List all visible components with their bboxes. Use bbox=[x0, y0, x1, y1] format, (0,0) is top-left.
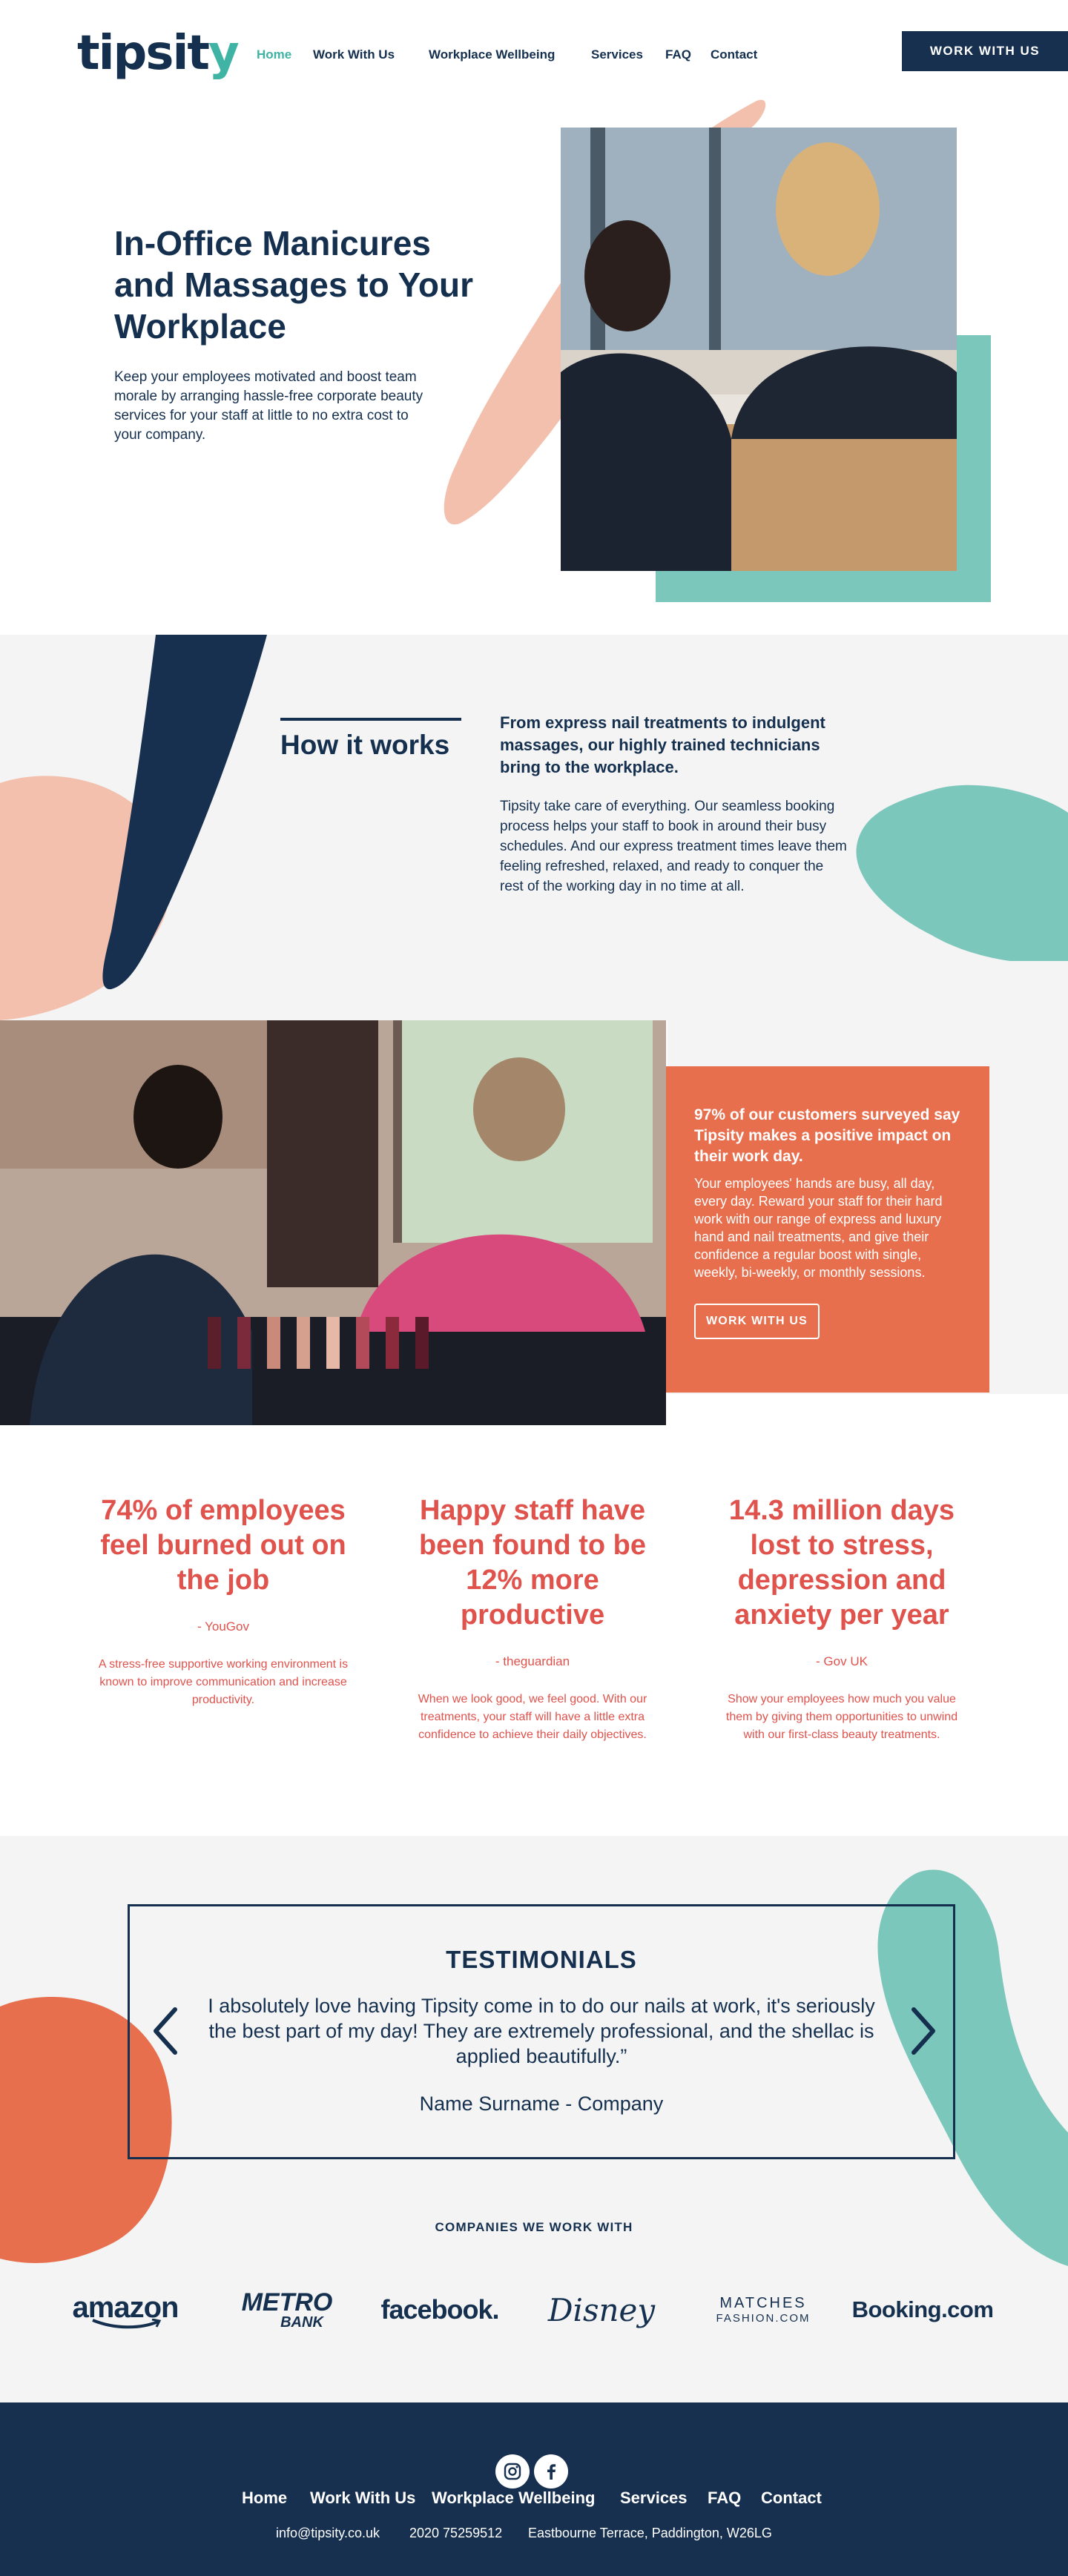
footer-nav-home[interactable]: Home bbox=[242, 2489, 287, 2508]
stat-card-burnout: 74% of employees feel burned out on the … bbox=[97, 1493, 349, 1709]
how-it-works-lead: From express nail treatments to indulgen… bbox=[500, 713, 825, 776]
work-with-us-button[interactable]: WORK WITH US bbox=[902, 31, 1068, 71]
how-it-works-title: How it works bbox=[280, 730, 450, 760]
footer-phone[interactable]: 2020 75259512 bbox=[409, 2526, 502, 2541]
survey-section: 97% of our customers surveyed say Tipsit… bbox=[0, 1020, 1068, 1425]
nav-faq[interactable]: FAQ bbox=[665, 47, 691, 62]
testimonial-author: Name Surname - Company bbox=[419, 2093, 664, 2115]
chevron-left-icon[interactable] bbox=[150, 2005, 179, 2057]
hero-description: Keep your employees motivated and boost … bbox=[114, 369, 423, 443]
footer-nav-workplace-wellbeing[interactable]: Workplace Wellbeing bbox=[432, 2489, 595, 2508]
footer-nav-contact[interactable]: Contact bbox=[761, 2489, 822, 2508]
stat-source: - theguardian bbox=[495, 1654, 570, 1668]
stat-body: A stress-free supportive working environ… bbox=[98, 1658, 349, 1706]
booking-logo: Booking.com bbox=[851, 2296, 994, 2322]
nav-contact[interactable]: Contact bbox=[711, 47, 757, 62]
footer-nav-work-with-us[interactable]: Work With Us bbox=[310, 2489, 415, 2508]
amazon-logo: amazon bbox=[70, 2284, 181, 2336]
nav-work-with-us[interactable]: Work With Us bbox=[313, 47, 395, 62]
hero-title: In-Office Manicures and Massages to Your… bbox=[114, 224, 473, 346]
testimonials-section: TESTIMONIALS I absolutely love having Ti… bbox=[0, 1836, 1068, 2402]
salon-photo bbox=[0, 1020, 666, 1425]
tipsity-logo[interactable]: tipsity bbox=[77, 30, 240, 77]
survey-title: 97% of our customers surveyed say Tipsit… bbox=[694, 1106, 960, 1165]
survey-work-with-us-button[interactable]: WORK WITH US bbox=[694, 1304, 820, 1339]
metro-bank-logo: METRO BANK bbox=[241, 2288, 333, 2331]
footer-email[interactable]: info@tipsity.co.uk bbox=[276, 2526, 380, 2541]
footer-nav-faq[interactable]: FAQ bbox=[708, 2489, 741, 2508]
nav-home[interactable]: Home bbox=[257, 47, 291, 62]
how-teal-blob bbox=[856, 785, 1068, 961]
instagram-icon[interactable] bbox=[495, 2454, 530, 2489]
stat-source: - YouGov bbox=[197, 1619, 249, 1634]
testimonials-title: TESTIMONIALS bbox=[446, 1946, 637, 1973]
testimonial-quote: I absolutely love having Tipsity come in… bbox=[208, 1995, 875, 2067]
nav-services[interactable]: Services bbox=[591, 47, 643, 62]
stat-card-productivity: Happy staff have been found to be 12% mo… bbox=[406, 1493, 659, 1744]
site-footer: Home Work With Us Workplace Wellbeing Se… bbox=[0, 2402, 1068, 2576]
disney-logo: Disney bbox=[547, 2291, 656, 2328]
footer-address: Eastbourne Terrace, Paddington, W26LG bbox=[528, 2526, 772, 2540]
how-navy-stroke bbox=[102, 635, 267, 990]
stat-source: - Gov UK bbox=[816, 1654, 868, 1668]
footer-nav-services[interactable]: Services bbox=[620, 2489, 688, 2508]
facebook-icon[interactable] bbox=[534, 2454, 568, 2489]
stat-title: Happy staff have been found to be 12% mo… bbox=[418, 1495, 647, 1631]
how-divider bbox=[280, 718, 461, 721]
companies-title: COMPANIES WE WORK WITH bbox=[435, 2220, 633, 2234]
facebook-logo: facebook. bbox=[380, 2294, 499, 2325]
stat-title: 74% of employees feel burned out on the … bbox=[100, 1495, 346, 1596]
matches-fashion-logo: MATCHES FASHION.COM bbox=[716, 2294, 811, 2325]
nav-workplace-wellbeing[interactable]: Workplace Wellbeing bbox=[429, 47, 555, 62]
stat-body: When we look good, we feel good. With ou… bbox=[418, 1693, 647, 1741]
survey-card: 97% of our customers surveyed say Tipsit… bbox=[666, 1066, 989, 1393]
chevron-right-icon[interactable] bbox=[909, 2005, 939, 2057]
how-it-works-body: Tipsity take care of everything. Our sea… bbox=[500, 799, 847, 894]
survey-body: Your employees' hands are busy, all day,… bbox=[694, 1176, 943, 1280]
stat-card-stress: 14.3 million days lost to stress, depres… bbox=[716, 1493, 968, 1744]
hero-manicure-photo bbox=[561, 128, 957, 571]
how-it-works-section: How it works From express nail treatment… bbox=[0, 635, 1068, 1020]
stat-body: Show your employees how much you value t… bbox=[725, 1693, 958, 1741]
stat-title: 14.3 million days lost to stress, depres… bbox=[728, 1495, 955, 1631]
